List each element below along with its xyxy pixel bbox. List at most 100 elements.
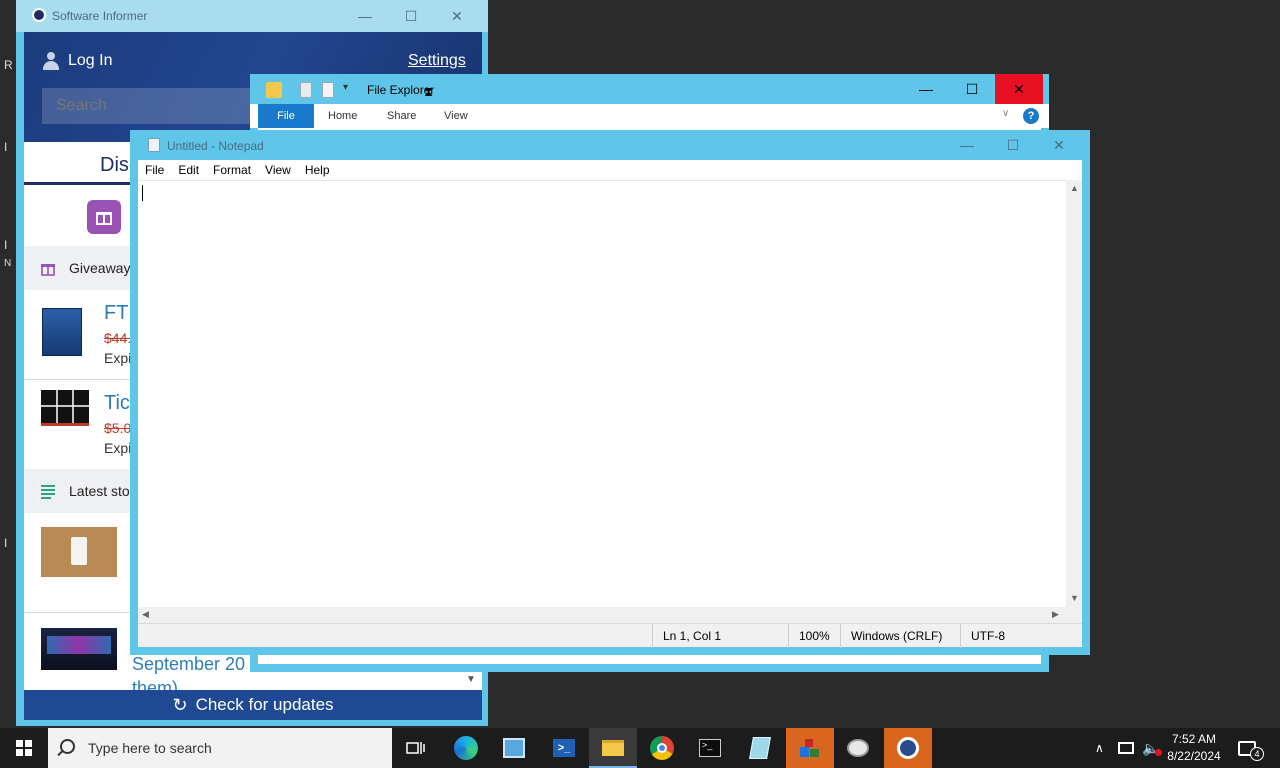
taskbar-search-placeholder: Type here to search — [88, 740, 212, 756]
clock-time: 7:52 AM — [1171, 732, 1217, 746]
minimize-icon: — — [919, 81, 933, 97]
task-view-button[interactable] — [392, 728, 440, 768]
login-link[interactable]: Log In — [42, 52, 112, 70]
taskbar-edge[interactable] — [442, 728, 490, 768]
task-view-icon — [406, 742, 425, 754]
phone-image — [71, 537, 87, 565]
window-titlebar[interactable]: Software Informer — ☐ ✕ — [16, 0, 488, 32]
maximize-icon: ☐ — [1006, 136, 1020, 153]
folder-icon — [266, 82, 282, 98]
vertical-scrollbar[interactable]: ▲ ▼ — [1066, 180, 1082, 607]
status-encoding: UTF-8 — [960, 624, 1070, 648]
window-title: Software Informer — [52, 9, 148, 23]
giveaway-app-expires: Expi — [104, 350, 132, 366]
taskbar-command-prompt[interactable]: >_ — [686, 728, 734, 768]
taskbar-app-search[interactable] — [884, 728, 932, 768]
section-title: Latest sto — [69, 483, 130, 499]
taskbar-app-blocks[interactable] — [786, 728, 834, 768]
close-button[interactable]: ✕ — [1036, 130, 1082, 160]
menu-help[interactable]: Help — [298, 163, 337, 177]
giveaway-app-expires: Expi — [104, 440, 132, 456]
maximize-button[interactable]: ☐ — [990, 130, 1036, 160]
minimize-icon: — — [358, 8, 372, 24]
busy-cursor-icon: ⧗ — [424, 84, 434, 99]
gaming-setup-image — [47, 636, 111, 654]
settings-link[interactable]: Settings — [408, 52, 466, 70]
horizontal-scrollbar[interactable]: ◀ ▶ — [138, 607, 1066, 623]
scroll-down-arrow[interactable]: ▼ — [466, 674, 476, 685]
taskbar-chrome[interactable] — [638, 728, 686, 768]
minimize-button[interactable]: — — [903, 74, 949, 104]
check-for-updates-button[interactable]: ↻ Check for updates — [24, 690, 482, 720]
properties-icon[interactable] — [300, 82, 312, 98]
paint-palette-icon — [847, 739, 869, 757]
section-title: Giveaway — [69, 260, 131, 276]
app-thumbnail[interactable] — [41, 390, 89, 426]
taskbar-file-explorer[interactable] — [589, 728, 637, 768]
windows-icon — [16, 740, 32, 756]
show-hidden-icons-button[interactable]: ∧ — [1095, 728, 1104, 768]
taskbar-server-manager[interactable] — [490, 728, 538, 768]
network-icon[interactable] — [1118, 728, 1134, 768]
gift-icon — [41, 264, 55, 276]
notepad-app-icon — [749, 737, 771, 759]
minimize-button[interactable]: — — [944, 130, 990, 160]
notification-center-button[interactable]: 4 — [1238, 728, 1270, 768]
system-clock[interactable]: 7:52 AM 8/22/2024 — [1164, 731, 1224, 765]
close-button[interactable]: ✕ — [995, 74, 1043, 104]
minimize-button[interactable]: — — [342, 0, 388, 32]
scroll-up-icon[interactable]: ▲ — [1070, 183, 1079, 193]
giveaway-button[interactable] — [87, 200, 121, 234]
taskbar-notepad-app[interactable] — [736, 728, 784, 768]
notepad-window: Untitled - Notepad — ☐ ✕ File Edit Forma… — [130, 130, 1090, 655]
network-monitor-icon — [1118, 742, 1134, 754]
quick-access-dropdown-icon[interactable]: ▾ — [343, 82, 348, 98]
giveaway-app-price: $44. — [104, 330, 132, 346]
close-button[interactable]: ✕ — [434, 0, 480, 32]
scroll-right-icon[interactable]: ▶ — [1052, 609, 1059, 620]
story-thumbnail[interactable] — [41, 628, 117, 670]
maximize-button[interactable]: ☐ — [949, 74, 995, 104]
window-titlebar[interactable]: Untitled - Notepad — ☐ ✕ — [130, 130, 1090, 160]
status-position: Ln 1, Col 1 — [652, 624, 788, 648]
maximize-icon: ☐ — [965, 80, 979, 97]
tab-view[interactable]: View — [444, 104, 468, 128]
status-bar: Ln 1, Col 1 100% Windows (CRLF) UTF-8 — [138, 623, 1082, 648]
menu-view[interactable]: View — [258, 163, 298, 177]
expand-ribbon-icon[interactable]: ∨ — [1002, 108, 1009, 119]
list-icon — [41, 485, 55, 499]
chrome-icon — [650, 736, 674, 760]
tab-home[interactable]: Home — [328, 104, 357, 128]
status-line-ending: Windows (CRLF) — [840, 624, 960, 648]
refresh-icon: ↻ — [172, 694, 188, 715]
story-thumbnail[interactable] — [41, 527, 117, 577]
text-editor[interactable] — [138, 180, 1066, 607]
taskbar-powershell[interactable]: >_ — [540, 728, 588, 768]
tab-file[interactable]: File — [258, 104, 314, 128]
grid-icon — [41, 390, 89, 423]
minimize-icon: — — [960, 137, 974, 153]
scroll-left-icon[interactable]: ◀ — [142, 609, 149, 620]
search-input[interactable] — [42, 88, 262, 124]
help-icon[interactable]: ? — [1023, 108, 1039, 124]
story-title[interactable]: September 20 — [132, 654, 245, 675]
scroll-down-icon[interactable]: ▼ — [1070, 593, 1079, 603]
text-caret — [142, 185, 143, 201]
giveaway-app-price: $5.0 — [104, 420, 132, 436]
taskbar-search-box[interactable]: Type here to search — [48, 728, 392, 768]
giveaway-app-name[interactable]: Tic — [104, 392, 130, 415]
maximize-button[interactable]: ☐ — [388, 0, 434, 32]
start-button[interactable] — [0, 728, 48, 768]
window-titlebar[interactable]: ▾ File Explorer ⧗ — ☐ ✕ — [250, 74, 1049, 104]
volume-button[interactable]: 🔈 — [1142, 728, 1163, 768]
menu-edit[interactable]: Edit — [171, 163, 206, 177]
desktop-label-fragment: N — [4, 258, 12, 269]
chevron-up-icon: ∧ — [1095, 741, 1104, 755]
menu-format[interactable]: Format — [206, 163, 258, 177]
taskbar-paint[interactable] — [834, 728, 882, 768]
desktop-label-fragment: R — [4, 58, 13, 72]
tab-share[interactable]: Share — [387, 104, 416, 128]
new-folder-icon[interactable] — [322, 82, 334, 98]
app-thumbnail[interactable] — [42, 308, 82, 356]
menu-file[interactable]: File — [138, 163, 171, 177]
